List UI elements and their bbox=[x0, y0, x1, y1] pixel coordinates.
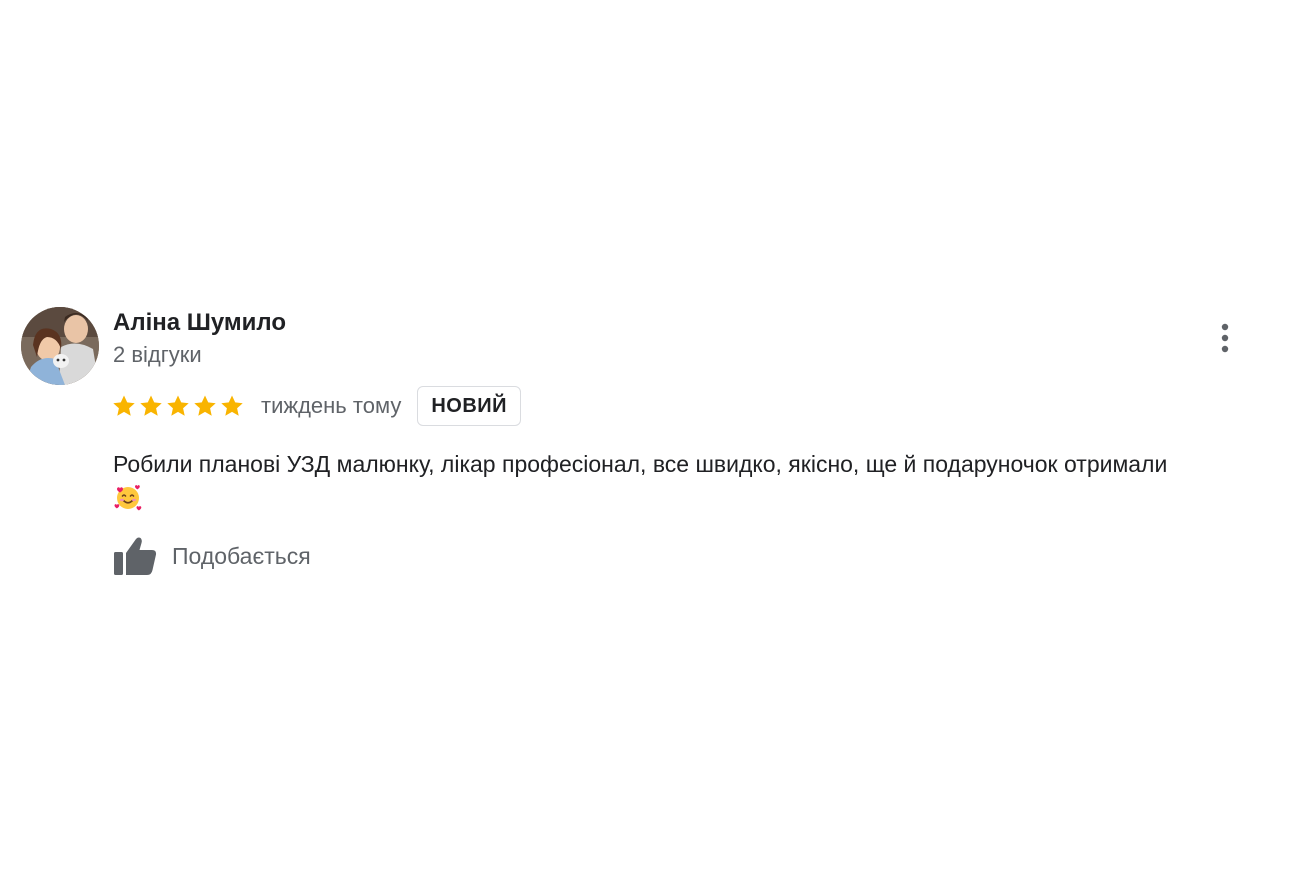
review-date: тиждень тому bbox=[261, 393, 402, 418]
review-body: Робили планові УЗД малюнку, лікар профес… bbox=[113, 448, 1293, 522]
author-name[interactable]: Аліна Шумило bbox=[113, 309, 286, 337]
star-icon bbox=[167, 395, 189, 416]
more-options-button[interactable] bbox=[1206, 318, 1244, 358]
star-icon bbox=[140, 395, 162, 416]
star-icon bbox=[113, 395, 135, 416]
smiling-face-with-hearts-icon bbox=[113, 483, 143, 522]
review-card: Аліна Шумило 2 відгуки тиждень тому НОВИ… bbox=[0, 0, 1312, 888]
like-label: Подобається bbox=[172, 542, 311, 569]
avatar-photo-icon bbox=[21, 307, 99, 385]
author-avatar[interactable] bbox=[21, 307, 99, 385]
star-rating bbox=[112, 394, 244, 418]
like-button[interactable]: Подобається bbox=[112, 534, 311, 578]
author-review-count[interactable]: 2 відгуки bbox=[113, 342, 202, 368]
thumbs-up-icon bbox=[114, 537, 157, 575]
star-icon bbox=[221, 395, 243, 416]
new-badge: НОВИЙ bbox=[417, 386, 522, 426]
more-vertical-icon bbox=[1221, 323, 1229, 353]
rating-row: тиждень тому НОВИЙ bbox=[112, 385, 522, 427]
review-text: Робили планові УЗД малюнку, лікар профес… bbox=[113, 451, 1168, 477]
star-icon bbox=[194, 395, 216, 416]
